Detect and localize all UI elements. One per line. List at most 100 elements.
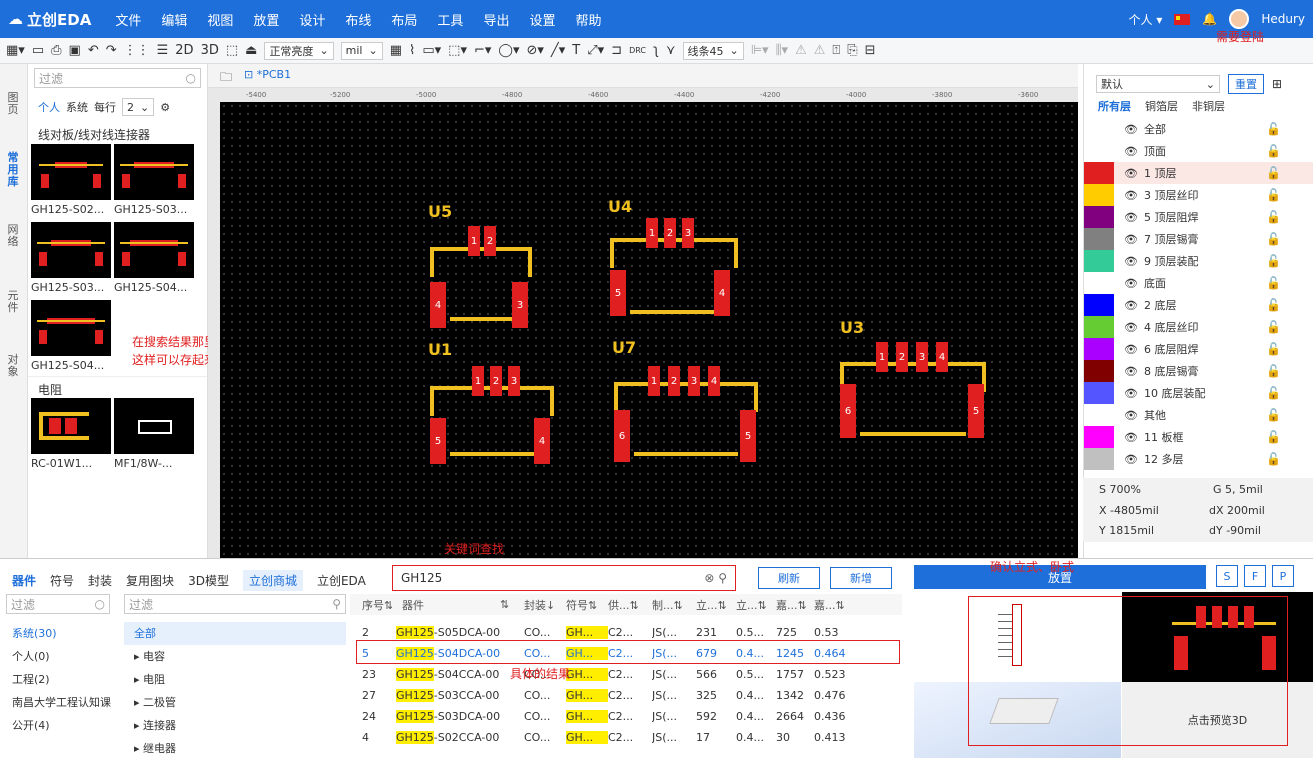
category-public[interactable]: 公开(4)	[12, 714, 111, 737]
layer-row[interactable]: 👁 5 顶层阻焊 🔓	[1084, 206, 1313, 228]
menu-view[interactable]: 视图	[197, 10, 243, 29]
unlock-icon[interactable]: 🔓	[1266, 210, 1281, 224]
layer-row[interactable]: 👁 其他 🔓	[1084, 404, 1313, 426]
pcb-canvas[interactable]: U5 1 2 4 3 U4 1 2 3 5 4 U1 1 2 3 5 4 U7	[220, 102, 1078, 558]
rail-pages[interactable]: 图页	[6, 92, 20, 116]
eye-icon[interactable]: 👁	[1124, 299, 1138, 312]
tab-3d-models[interactable]: 3D模型	[188, 572, 229, 589]
eye-icon[interactable]: 👁	[1124, 277, 1138, 290]
layer-row[interactable]: 👁 1 顶层 🔓	[1084, 162, 1313, 184]
brightness-select[interactable]: 正常亮度 ⌄	[264, 41, 334, 60]
menu-settings[interactable]: 设置	[519, 10, 565, 29]
view-3d-button[interactable]: 3D	[201, 43, 219, 58]
layer-color-swatch[interactable]	[1084, 118, 1114, 140]
unlock-icon[interactable]: 🔓	[1266, 298, 1281, 312]
avatar[interactable]	[1229, 9, 1250, 29]
layer-color-swatch[interactable]	[1084, 206, 1114, 228]
dimension-icon[interactable]: ⊐	[611, 43, 622, 58]
copper-icon[interactable]: ⚠	[795, 43, 807, 58]
layer-preset-select[interactable]: 默认 ⌄	[1096, 75, 1220, 93]
language-flag-icon[interactable]	[1174, 13, 1191, 25]
layer-row[interactable]: 👁 4 底层丝印 🔓	[1084, 316, 1313, 338]
table-row[interactable]: 27 GH125-S03CCA-00 CO... GH... C2... JS(... 32…	[350, 685, 902, 706]
polygon-icon[interactable]: ⌐▾	[474, 43, 491, 58]
category-filter-input[interactable]: 过滤 ○	[6, 594, 110, 614]
category-personal[interactable]: 个人(0)	[12, 645, 111, 668]
category-project[interactable]: 工程(2)	[12, 668, 111, 691]
layer-color-swatch[interactable]	[1084, 360, 1114, 382]
tab-footprints[interactable]: 封装	[88, 572, 112, 589]
eye-icon[interactable]: 👁	[1124, 453, 1138, 466]
align-icon[interactable]: ⊫▾	[751, 43, 769, 58]
pcb-preview-button[interactable]: P	[1272, 565, 1294, 587]
tab-pcb1[interactable]: ⊡ *PCB1	[244, 68, 291, 81]
linetype-select[interactable]: 线条45 ⌄	[682, 41, 744, 60]
tree-all[interactable]: 全部	[124, 622, 346, 645]
lib-item[interactable]: GH125-S04...	[114, 222, 194, 298]
trace-icon[interactable]: ʅ	[653, 43, 659, 58]
layer-color-swatch[interactable]	[1084, 448, 1114, 470]
layer-reset-button[interactable]: 重置	[1228, 74, 1264, 94]
lib-item[interactable]: GH125-S04...	[31, 300, 111, 376]
footprint-preview-button[interactable]: F	[1244, 565, 1266, 587]
unlock-icon[interactable]: 🔓	[1266, 188, 1281, 202]
layer-color-swatch[interactable]	[1084, 382, 1114, 404]
unlock-icon[interactable]: 🔓	[1266, 276, 1281, 290]
save-all-icon[interactable]: ▣	[69, 43, 81, 58]
tab-lceda[interactable]: 立创EDA	[317, 572, 366, 589]
eye-icon[interactable]: 👁	[1124, 321, 1138, 334]
redo-icon[interactable]: ↷	[106, 43, 117, 58]
lock-icon[interactable]: ⍐	[832, 43, 840, 58]
line-icon[interactable]: ╱▾	[551, 43, 565, 58]
eye-icon[interactable]: 👁	[1124, 387, 1138, 400]
layer-row[interactable]: 👁 全部 🔓	[1084, 118, 1313, 140]
unlock-icon[interactable]: 🔓	[1266, 254, 1281, 268]
unit-select[interactable]: mil ⌄	[340, 41, 383, 60]
tab-devices[interactable]: 器件	[12, 572, 36, 589]
tab-lcsc-mall[interactable]: 立创商城	[242, 570, 303, 591]
lib-system-tab[interactable]: 系统	[66, 99, 88, 115]
unlock-icon[interactable]: 🔓	[1266, 386, 1281, 400]
lib-personal-tab[interactable]: 个人	[38, 99, 60, 115]
menu-route[interactable]: 布线	[335, 10, 381, 29]
flip-icon[interactable]: ⏏	[245, 43, 257, 58]
layer-color-swatch[interactable]	[1084, 228, 1114, 250]
unlock-icon[interactable]: 🔓	[1266, 144, 1281, 158]
tab-reuse-blocks[interactable]: 复用图块	[126, 572, 174, 589]
eye-icon[interactable]: 👁	[1124, 211, 1138, 224]
route-icon[interactable]: ⌇	[409, 43, 415, 58]
eye-icon[interactable]: 👁	[1124, 189, 1138, 202]
rail-common-lib[interactable]: 常用库	[6, 152, 20, 188]
rect-icon[interactable]: ▭▾	[422, 43, 441, 58]
layer-row[interactable]: 👁 11 板框 🔓	[1084, 426, 1313, 448]
eye-icon[interactable]: 👁	[1124, 255, 1138, 268]
unlock-icon[interactable]: 🔓	[1266, 232, 1281, 246]
tree-diode[interactable]: ▸ 二极管	[124, 691, 346, 714]
menu-export[interactable]: 导出	[473, 10, 519, 29]
layer-row[interactable]: 👁 7 顶层锡膏 🔓	[1084, 228, 1313, 250]
unlock-icon[interactable]: 🔓	[1266, 430, 1281, 444]
menu-place[interactable]: 放置	[243, 10, 289, 29]
rail-parts[interactable]: 元件	[6, 290, 20, 314]
layer-row[interactable]: 👁 6 底层阻焊 🔓	[1084, 338, 1313, 360]
layer-settings-icon[interactable]: ⊞	[1272, 77, 1282, 91]
new-icon[interactable]: ▦▾	[6, 43, 25, 58]
user-name[interactable]: Hedury	[1261, 12, 1305, 26]
tree-relay[interactable]: ▸ 继电器	[124, 737, 346, 760]
layer-color-swatch[interactable]	[1084, 404, 1114, 426]
bom-icon[interactable]: ⊟	[865, 43, 876, 58]
eye-icon[interactable]: 👁	[1124, 409, 1138, 422]
menu-tools[interactable]: 工具	[427, 10, 473, 29]
table-row[interactable]: 23 GH125-S04CCA-00 CO... GH... C2... JS(... 56…	[350, 664, 902, 685]
layer-color-swatch[interactable]	[1084, 250, 1114, 272]
clear-icon[interactable]: ⚠	[814, 43, 826, 58]
diff-pair-icon[interactable]: ⋎	[666, 43, 676, 58]
layer-color-swatch[interactable]	[1084, 162, 1114, 184]
zoom-fit-icon[interactable]: ⬚	[226, 43, 238, 58]
menu-edit[interactable]: 编辑	[151, 10, 197, 29]
unlock-icon[interactable]: 🔓	[1266, 122, 1281, 136]
open-icon[interactable]: ▭	[32, 43, 44, 58]
symbol-preview-button[interactable]: S	[1216, 565, 1238, 587]
save-icon[interactable]: ⎙	[51, 43, 61, 58]
tree-resistor[interactable]: ▸ 电阻	[124, 668, 346, 691]
